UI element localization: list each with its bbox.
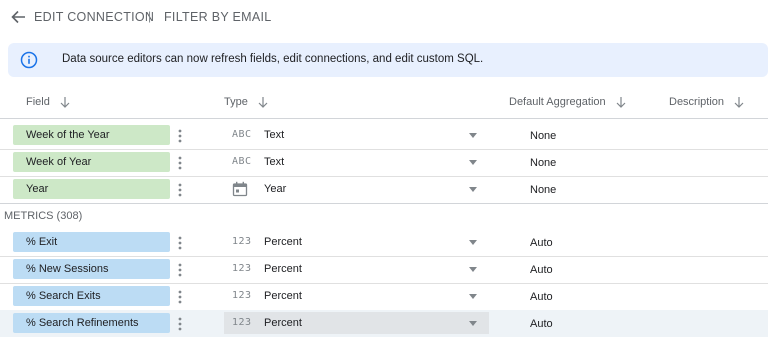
dropdown-caret-icon <box>469 321 477 326</box>
table-row: Year Year None <box>0 176 768 203</box>
type-dropdown[interactable]: 123 Percent <box>224 258 489 280</box>
dropdown-caret-icon <box>469 240 477 245</box>
more-options-icon[interactable] <box>175 154 185 171</box>
dropdown-caret-icon <box>469 133 477 138</box>
field-name-chip[interactable]: % Search Refinements <box>13 313 170 333</box>
aggregation-value[interactable]: None <box>530 130 556 142</box>
metrics-section-header: METRICS (308) <box>4 210 83 222</box>
field-name-chip[interactable]: % New Sessions <box>13 259 170 279</box>
type-dropdown[interactable]: ABC Text <box>224 124 489 146</box>
table-row: % Search Exits 123 Percent Auto <box>0 283 768 310</box>
aggregation-value[interactable]: None <box>530 157 556 169</box>
sort-arrow-icon[interactable] <box>734 96 744 108</box>
header-divider <box>0 118 768 119</box>
column-header-field[interactable]: Field <box>26 96 70 108</box>
type-label: Percent <box>264 290 302 302</box>
top-bar: EDIT CONNECTION | FILTER BY EMAIL <box>0 0 768 34</box>
title-separator: | <box>148 9 152 23</box>
number-type-icon: 123 <box>232 263 252 274</box>
more-options-icon[interactable] <box>175 181 185 198</box>
column-header-aggregation-label: Default Aggregation <box>509 96 606 108</box>
info-icon <box>20 51 38 69</box>
text-type-icon: ABC <box>232 156 252 167</box>
info-banner: Data source editors can now refresh fiel… <box>8 43 768 77</box>
field-name-chip[interactable]: Year <box>13 179 170 199</box>
column-header-default-aggregation[interactable]: Default Aggregation <box>509 96 626 108</box>
type-dropdown[interactable]: 123 Percent <box>224 231 489 253</box>
dropdown-caret-icon <box>469 267 477 272</box>
field-name-chip[interactable]: % Exit <box>13 232 170 252</box>
more-options-icon[interactable] <box>175 288 185 305</box>
column-header-type-label: Type <box>224 96 248 108</box>
type-dropdown[interactable]: Year <box>224 178 489 200</box>
type-label: Percent <box>264 263 302 275</box>
more-options-icon[interactable] <box>175 261 185 278</box>
aggregation-value[interactable]: None <box>530 184 556 196</box>
column-header-description-label: Description <box>669 96 725 108</box>
number-type-icon: 123 <box>232 317 252 328</box>
column-header-description[interactable]: Description <box>669 96 744 108</box>
dropdown-caret-icon <box>469 187 477 192</box>
table-row: % Search Refinements 123 Percent Auto <box>0 310 768 337</box>
column-header-field-label: Field <box>26 96 50 108</box>
field-name-chip[interactable]: Week of the Year <box>13 125 170 145</box>
type-dropdown[interactable]: 123 Percent <box>224 312 489 334</box>
filter-by-email-button[interactable]: FILTER BY EMAIL <box>164 10 272 24</box>
calendar-icon <box>232 181 248 200</box>
number-type-icon: 123 <box>232 290 252 301</box>
table-row: % New Sessions 123 Percent Auto <box>0 256 768 283</box>
type-label: Percent <box>264 317 302 329</box>
aggregation-value[interactable]: Auto <box>530 318 553 330</box>
number-type-icon: 123 <box>232 236 252 247</box>
aggregation-value[interactable]: Auto <box>530 264 553 276</box>
type-label: Text <box>264 156 285 168</box>
type-dropdown[interactable]: 123 Percent <box>224 285 489 307</box>
table-row: Week of Year ABC Text None <box>0 149 768 176</box>
info-banner-text: Data source editors can now refresh fiel… <box>62 53 484 65</box>
table-row: % Exit 123 Percent Auto <box>0 229 768 256</box>
section-divider <box>0 203 768 204</box>
type-label: Percent <box>264 236 302 248</box>
type-dropdown[interactable]: ABC Text <box>224 151 489 173</box>
sort-arrow-icon[interactable] <box>258 96 268 108</box>
back-arrow-icon[interactable] <box>8 7 28 27</box>
type-label: Text <box>264 129 285 141</box>
dropdown-caret-icon <box>469 294 477 299</box>
table-row: Week of the Year ABC Text None <box>0 122 768 149</box>
aggregation-value[interactable]: Auto <box>530 237 553 249</box>
more-options-icon[interactable] <box>175 234 185 251</box>
dropdown-caret-icon <box>469 160 477 165</box>
more-options-icon[interactable] <box>175 127 185 144</box>
page-title: EDIT CONNECTION <box>34 10 155 24</box>
type-label: Year <box>264 183 287 195</box>
more-options-icon[interactable] <box>175 315 185 332</box>
column-header-type[interactable]: Type <box>224 96 268 108</box>
field-name-chip[interactable]: % Search Exits <box>13 286 170 306</box>
sort-arrow-icon[interactable] <box>60 96 70 108</box>
sort-arrow-icon[interactable] <box>616 96 626 108</box>
text-type-icon: ABC <box>232 129 252 140</box>
aggregation-value[interactable]: Auto <box>530 291 553 303</box>
field-name-chip[interactable]: Week of Year <box>13 152 170 172</box>
